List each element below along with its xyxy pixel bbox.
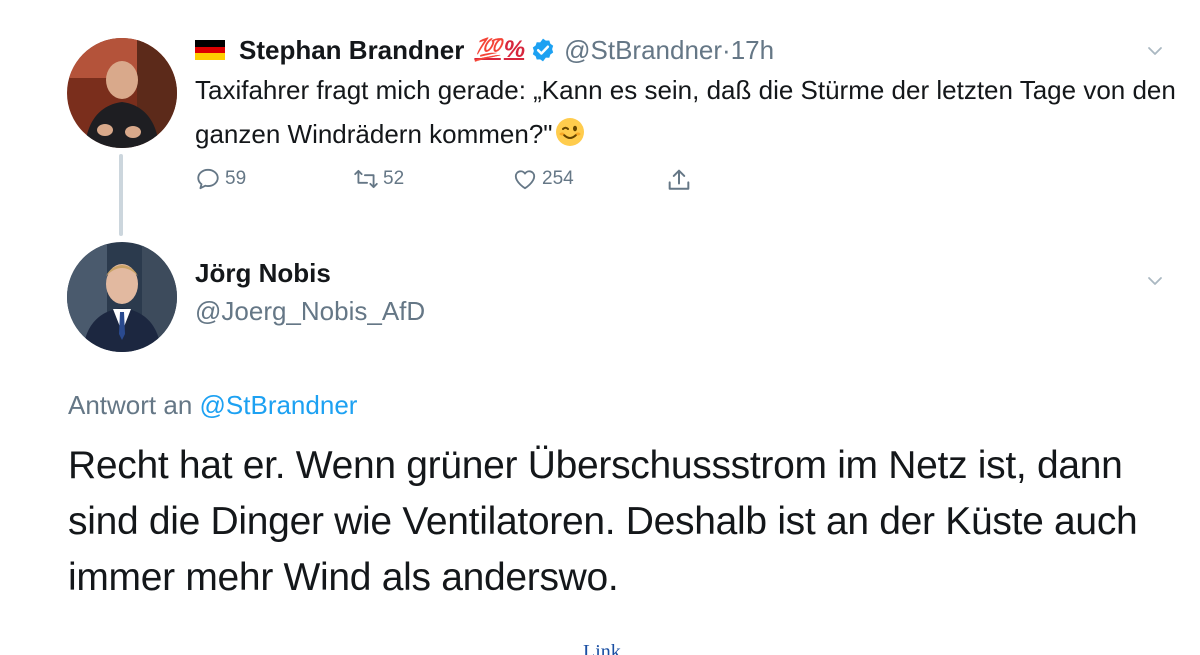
like-count: 254 xyxy=(542,168,574,189)
reply-button[interactable]: 59 xyxy=(195,166,246,192)
german-flag-icon xyxy=(195,40,225,60)
reply-mention-link[interactable]: @StBrandner xyxy=(200,390,358,420)
verified-badge-icon xyxy=(532,38,554,62)
winking-face-icon xyxy=(555,118,584,146)
like-button[interactable]: 254 xyxy=(512,166,574,192)
like-icon xyxy=(514,170,536,190)
retweet-button[interactable]: 52 xyxy=(353,166,404,192)
reply-tweet-text: Recht hat er. Wenn grüner Überschussstro… xyxy=(68,444,1138,599)
chevron-down-icon[interactable] xyxy=(1146,42,1164,60)
hundred-points-icon: 💯% xyxy=(474,36,525,63)
avatar-joerg-nobis[interactable] xyxy=(67,242,177,352)
reply-context: Antwort an @StBrandner xyxy=(68,390,357,421)
reply-count: 59 xyxy=(225,168,247,189)
author-name[interactable]: Jörg Nobis xyxy=(195,258,331,289)
author-handle[interactable]: @Joerg_Nobis_AfD xyxy=(195,296,425,327)
retweet-count: 52 xyxy=(383,168,405,189)
avatar-stephan-brandner[interactable] xyxy=(67,38,177,148)
tweet-time[interactable]: 17h xyxy=(731,35,774,65)
retweet-icon xyxy=(354,169,378,189)
share-button[interactable] xyxy=(665,166,697,194)
tweet-text: Taxifahrer fragt mich gerade: „Kann es s… xyxy=(195,68,1185,156)
author-handle[interactable]: @StBrandner·17h xyxy=(564,35,774,66)
author-name[interactable]: Stephan Brandner xyxy=(239,35,464,66)
handle-separator: · xyxy=(722,34,731,65)
footer-link[interactable]: Link xyxy=(583,641,621,655)
tweet-text-content: Taxifahrer fragt mich gerade: „Kann es s… xyxy=(195,75,1176,149)
reply-icon xyxy=(197,168,219,190)
tweet-header: Stephan Brandner 💯% @StBrandner·17h xyxy=(195,30,774,70)
reply-prefix: Antwort an xyxy=(68,390,200,420)
share-icon xyxy=(668,169,690,190)
chevron-down-icon[interactable] xyxy=(1146,272,1164,290)
thread-connector-line xyxy=(119,154,123,236)
